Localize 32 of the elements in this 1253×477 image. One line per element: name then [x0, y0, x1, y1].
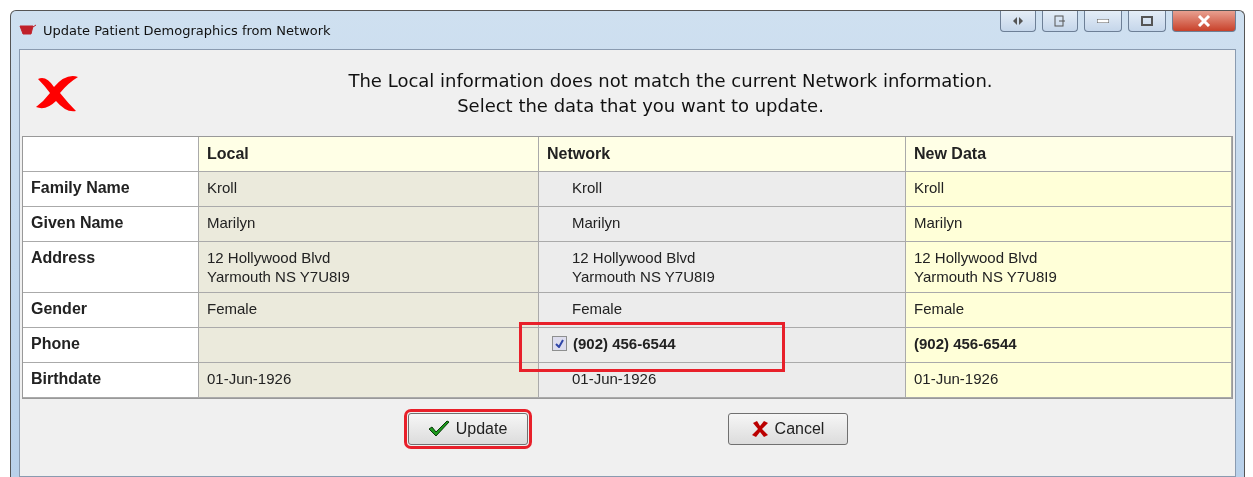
row-label: Gender	[31, 299, 88, 318]
table-cell-text: Kroll	[572, 178, 603, 197]
table-cell-text: (902) 456-6544	[914, 334, 1018, 353]
table-cell-text: 12 Hollywood Blvd	[207, 248, 332, 267]
table-cell-text: 01-Jun-1926	[914, 369, 1000, 388]
window-title: Update Patient Demographics from Network	[43, 22, 332, 38]
cancel-button[interactable]: Cancel	[727, 413, 848, 445]
table-cell-text: Kroll	[207, 178, 238, 197]
table-cell-text: (902) 456-6544	[573, 334, 676, 353]
column-header: Local	[207, 145, 250, 163]
table-cell-text: 12 Hollywood Blvd	[572, 248, 697, 267]
table-cell-text: Marilyn	[914, 213, 964, 232]
table-cell-text: 01-Jun-1926	[572, 369, 658, 388]
table-cell-text: Yarmouth NS Y7U8I9	[572, 267, 716, 286]
row-label: Given Name	[31, 213, 125, 232]
mismatch-message: The Local information does not match the current Network information. Select the data that you want to update.	[347, 69, 994, 118]
table-cell-text: Marilyn	[207, 213, 257, 232]
table-cell-text: 12 Hollywood Blvd	[914, 248, 1039, 267]
row-label: Birthdate	[31, 369, 103, 388]
table-cell-text: Female	[207, 299, 259, 318]
table-cell-text: Marilyn	[572, 213, 622, 232]
table-cell-text: Kroll	[914, 178, 945, 197]
table-cell-text: Female	[914, 299, 966, 318]
table-cell-text: Female	[572, 299, 624, 318]
table-cell-text: 01-Jun-1926	[207, 369, 293, 388]
table-cell-text: Yarmouth NS Y7U8I9	[207, 267, 351, 286]
table-cell-text: Yarmouth NS Y7U8I9	[914, 267, 1058, 286]
column-header: New Data	[914, 145, 988, 163]
column-header: Network	[547, 145, 612, 163]
row-label: Phone	[31, 334, 81, 353]
row-label: Address	[31, 248, 97, 267]
row-label: Family Name	[31, 178, 131, 197]
